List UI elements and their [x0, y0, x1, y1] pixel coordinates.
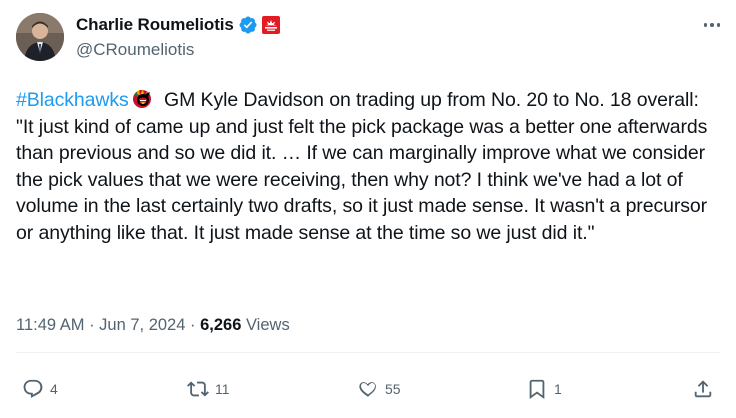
- views-label: Views: [241, 316, 290, 334]
- tweet-time[interactable]: 11:49 AM: [16, 316, 85, 334]
- more-dot: [716, 23, 721, 27]
- meta-separator: ·: [185, 316, 201, 334]
- bookmark-button[interactable]: 1: [526, 376, 562, 402]
- more-dot: [703, 23, 708, 27]
- tweet-text: #Blackhawks GM Kyle Davidson on trading …: [16, 87, 716, 247]
- share-icon: [694, 380, 712, 398]
- avatar[interactable]: [16, 13, 64, 61]
- bookmark-icon: [529, 379, 545, 400]
- tweet-date[interactable]: Jun 7, 2024: [99, 316, 185, 334]
- blackhawks-emoji-icon[interactable]: [131, 88, 155, 110]
- repost-icon: [187, 381, 209, 397]
- like-count: 55: [385, 381, 401, 397]
- like-button[interactable]: 55: [357, 376, 401, 402]
- bookmark-count: 1: [554, 381, 562, 397]
- reply-icon: [23, 379, 43, 398]
- author-handle[interactable]: @CRoumeliotis: [76, 40, 280, 60]
- tweet-body: GM Kyle Davidson on trading up from No. …: [16, 89, 708, 244]
- verified-icon[interactable]: [238, 15, 258, 35]
- more-icon[interactable]: [698, 14, 726, 36]
- share-button[interactable]: [692, 376, 714, 402]
- network-badge-icon[interactable]: [261, 16, 280, 34]
- author-display-name[interactable]: Charlie Roumeliotis: [76, 15, 234, 35]
- more-dot: [710, 23, 714, 27]
- repost-count: 11: [215, 381, 230, 397]
- divider: [16, 352, 720, 353]
- hashtag-link[interactable]: #Blackhawks: [16, 89, 129, 111]
- like-icon: [359, 382, 376, 397]
- reply-count: 4: [50, 381, 58, 397]
- meta-separator: ·: [84, 316, 100, 334]
- views-count: 6,266: [200, 316, 242, 334]
- avatar-image: [16, 13, 64, 61]
- reply-button[interactable]: 4: [22, 376, 58, 402]
- repost-button[interactable]: 11: [187, 376, 230, 402]
- tweet-meta: 11:49 AM · Jun 7, 2024 · 6,266 Views: [16, 316, 290, 335]
- author-header: Charlie Roumeliotis @CRoumeliotis: [76, 13, 280, 60]
